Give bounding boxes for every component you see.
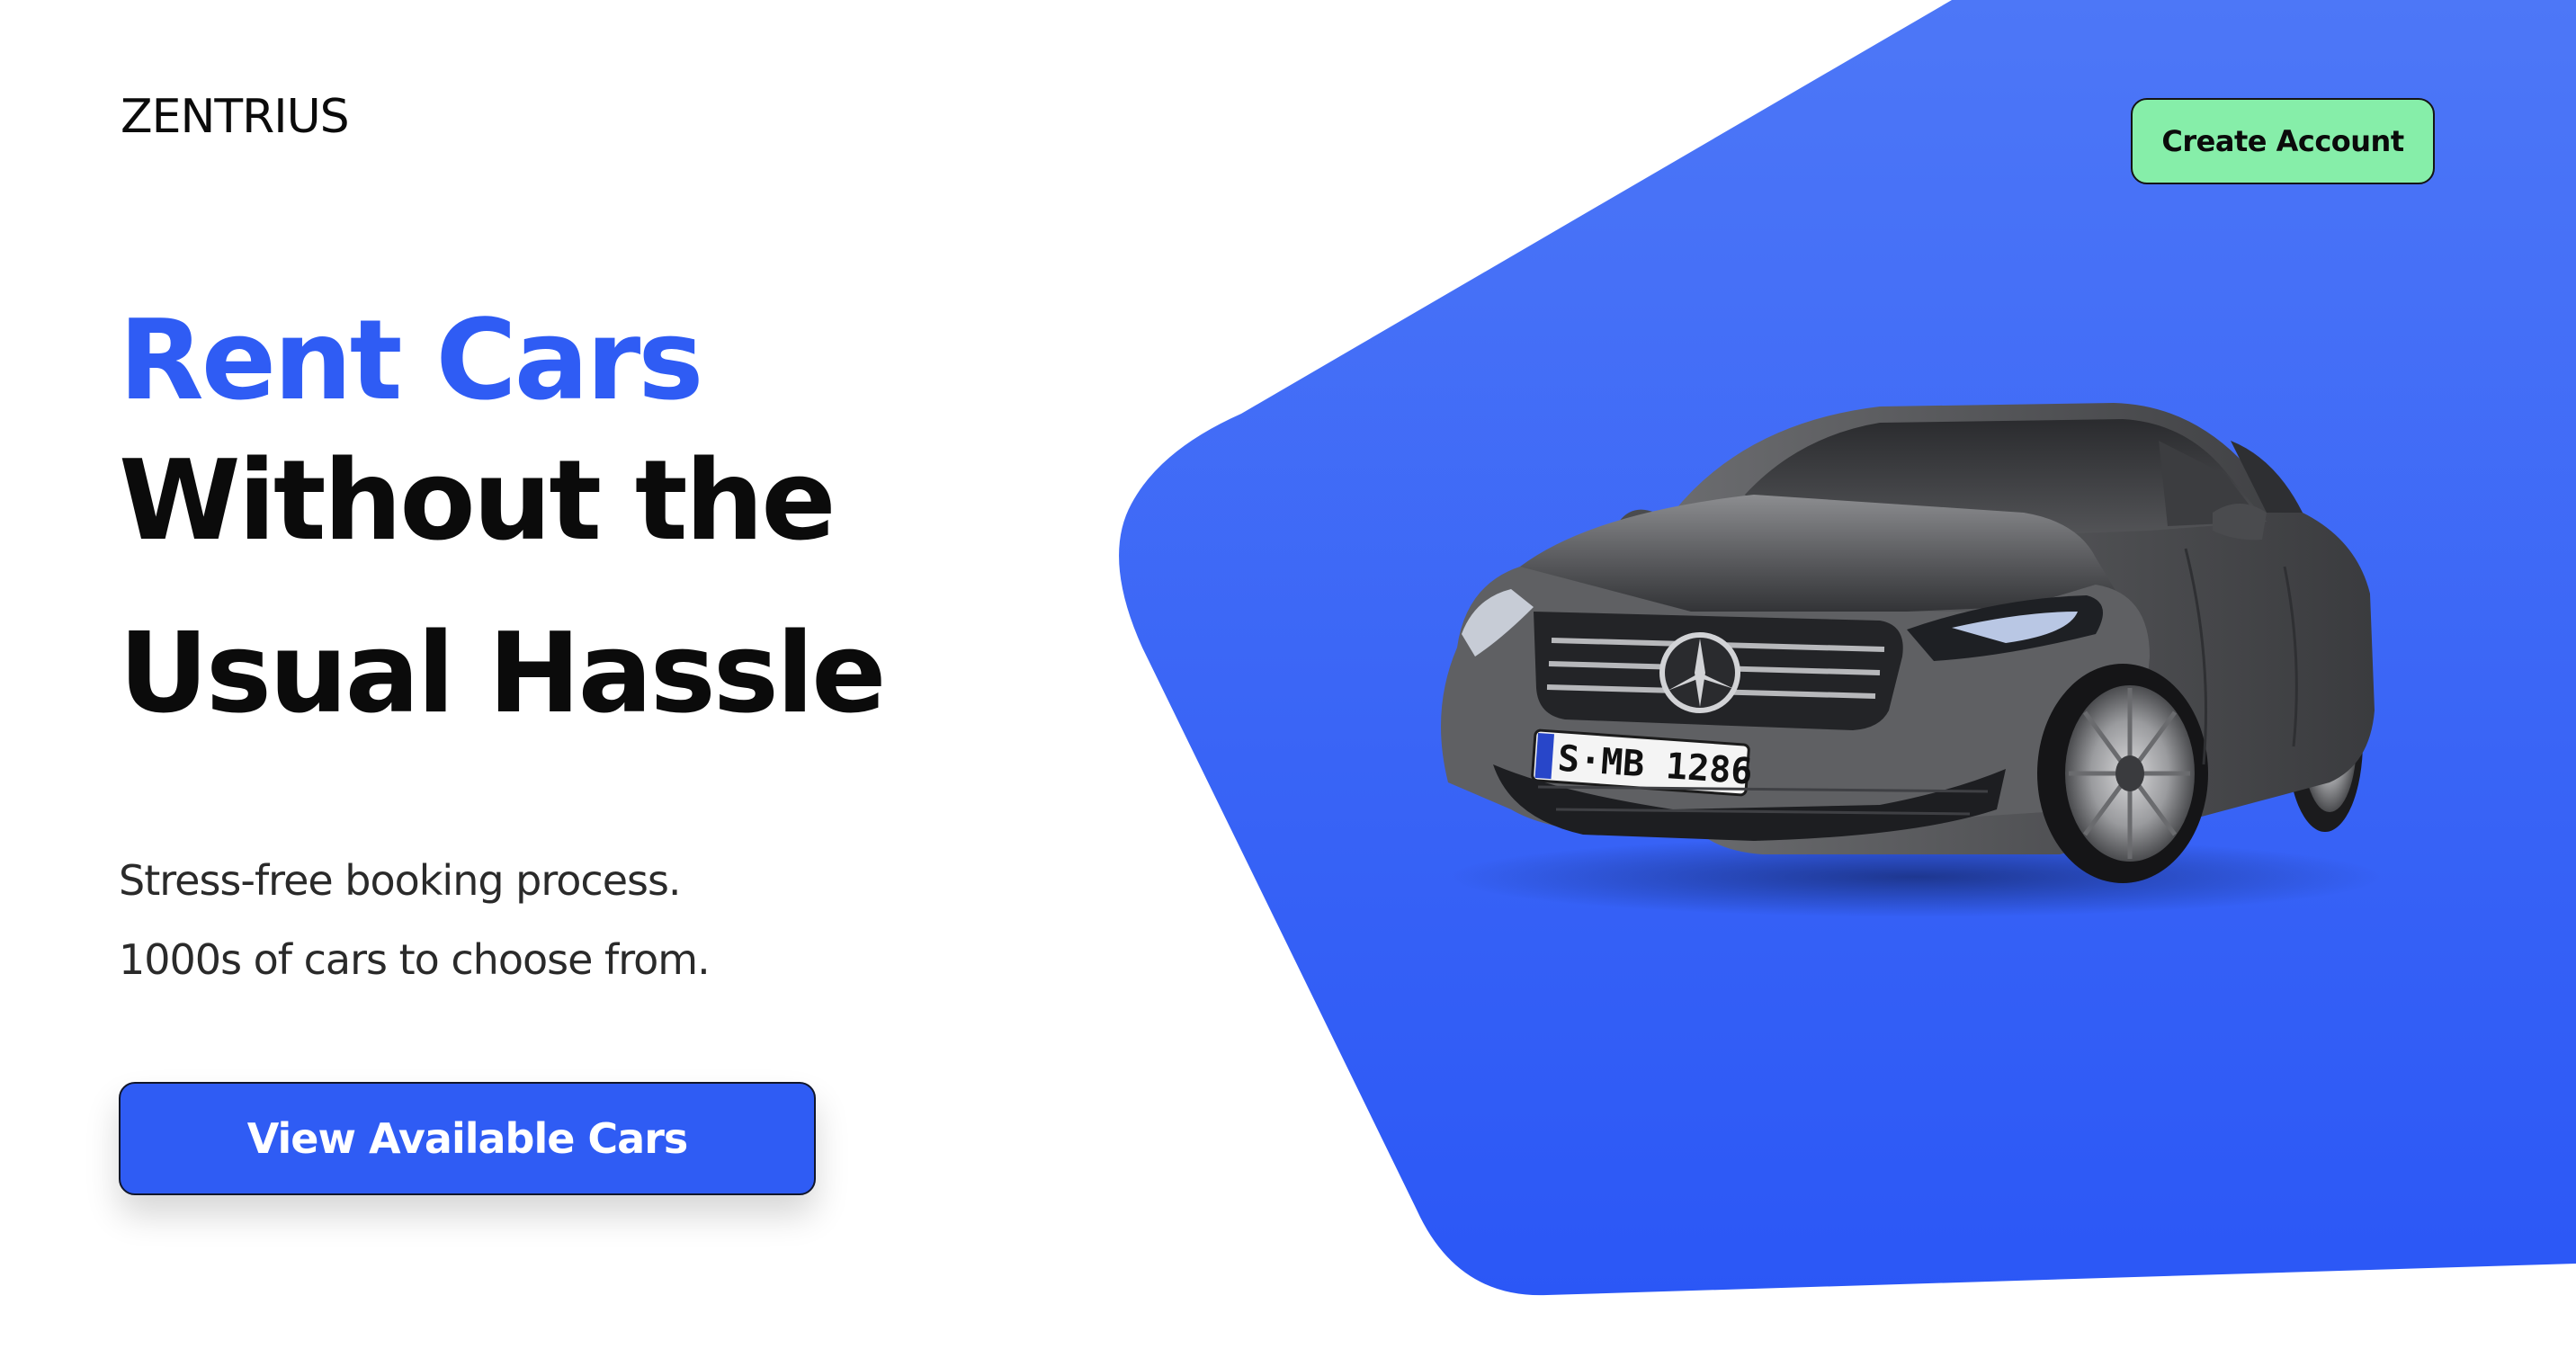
headline-line-2: Without the <box>119 437 836 566</box>
brand-logo[interactable]: ZENTRIUS <box>121 94 350 140</box>
hero-headline: Rent Cars Without the Usual Hassle <box>119 297 887 791</box>
headline-line-3: Usual Hassle <box>119 610 887 738</box>
subcopy-line-2: 1000s of cars to choose from. <box>119 935 711 984</box>
subcopy-line-1: Stress-free booking process. <box>119 856 682 905</box>
view-available-cars-button[interactable]: View Available Cars <box>119 1082 816 1195</box>
hero-subcopy: Stress-free booking process. 1000s of ca… <box>119 841 711 999</box>
car-image: S·MB 1286 <box>1441 403 2384 917</box>
headline-accent: Rent Cars <box>119 297 703 425</box>
create-account-button[interactable]: Create Account <box>2131 98 2435 184</box>
landing-page: ZENTRIUS Create Account Rent Cars Withou… <box>0 0 2576 1367</box>
